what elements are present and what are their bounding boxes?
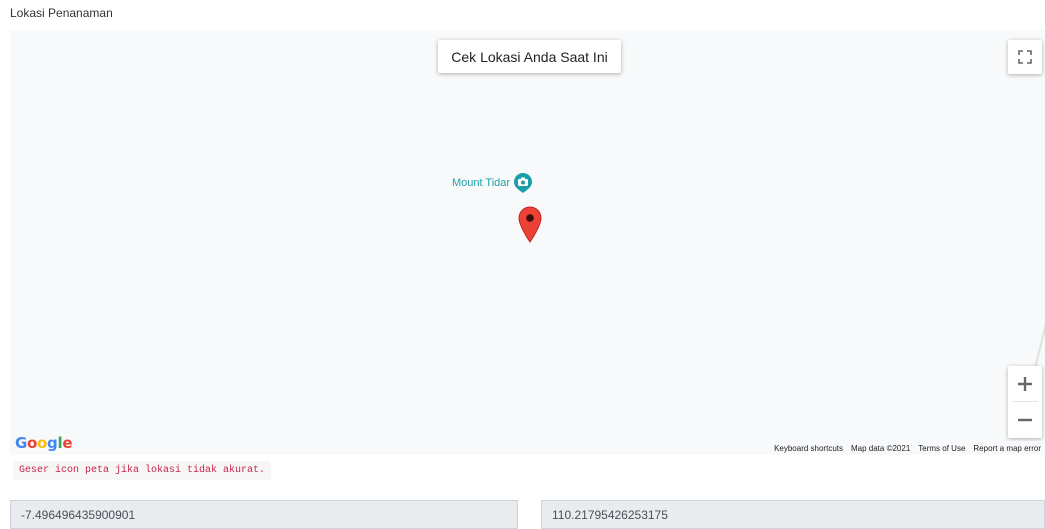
- fullscreen-button[interactable]: [1008, 40, 1042, 74]
- map-view[interactable]: Cek Lokasi Anda Saat Ini Mount Tidar Goo…: [10, 30, 1045, 455]
- report-error-link[interactable]: Report a map error: [969, 444, 1045, 453]
- page: Lokasi Penanaman Cek Lokasi Anda Saat In…: [0, 0, 1045, 529]
- zoom-control: [1008, 366, 1042, 438]
- current-location-button[interactable]: Cek Lokasi Anda Saat Ini: [438, 40, 621, 73]
- google-logo-letter: o: [27, 434, 38, 452]
- terms-link[interactable]: Terms of Use: [914, 444, 969, 453]
- poi-label: Mount Tidar: [452, 177, 511, 189]
- minus-icon: [1018, 418, 1032, 421]
- zoom-out-button[interactable]: [1008, 402, 1042, 437]
- google-logo-letter: o: [37, 434, 48, 452]
- keyboard-shortcuts-link[interactable]: Keyboard shortcuts: [770, 444, 847, 453]
- hint-text: Geser icon peta jika lokasi tidak akurat…: [13, 461, 272, 480]
- location-label: Lokasi Penanaman: [10, 6, 113, 20]
- longitude-input[interactable]: [541, 500, 1045, 529]
- fullscreen-icon: [1018, 50, 1032, 64]
- latitude-input[interactable]: [10, 500, 518, 529]
- map-data-text: Map data ©2021: [851, 443, 911, 453]
- map-attribution: Keyboard shortcuts Map data ©2021 Terms …: [770, 441, 1045, 455]
- plus-icon: [1018, 376, 1032, 391]
- google-logo-letter: G: [15, 434, 28, 452]
- map-marker-icon[interactable]: [518, 206, 542, 243]
- google-logo: Google: [15, 434, 72, 452]
- camera-poi-icon: [514, 173, 533, 193]
- google-logo-letter: e: [62, 434, 73, 452]
- google-logo-letter: g: [47, 434, 58, 452]
- zoom-in-button[interactable]: [1008, 366, 1042, 401]
- poi-mount-tidar[interactable]: Mount Tidar: [452, 172, 533, 194]
